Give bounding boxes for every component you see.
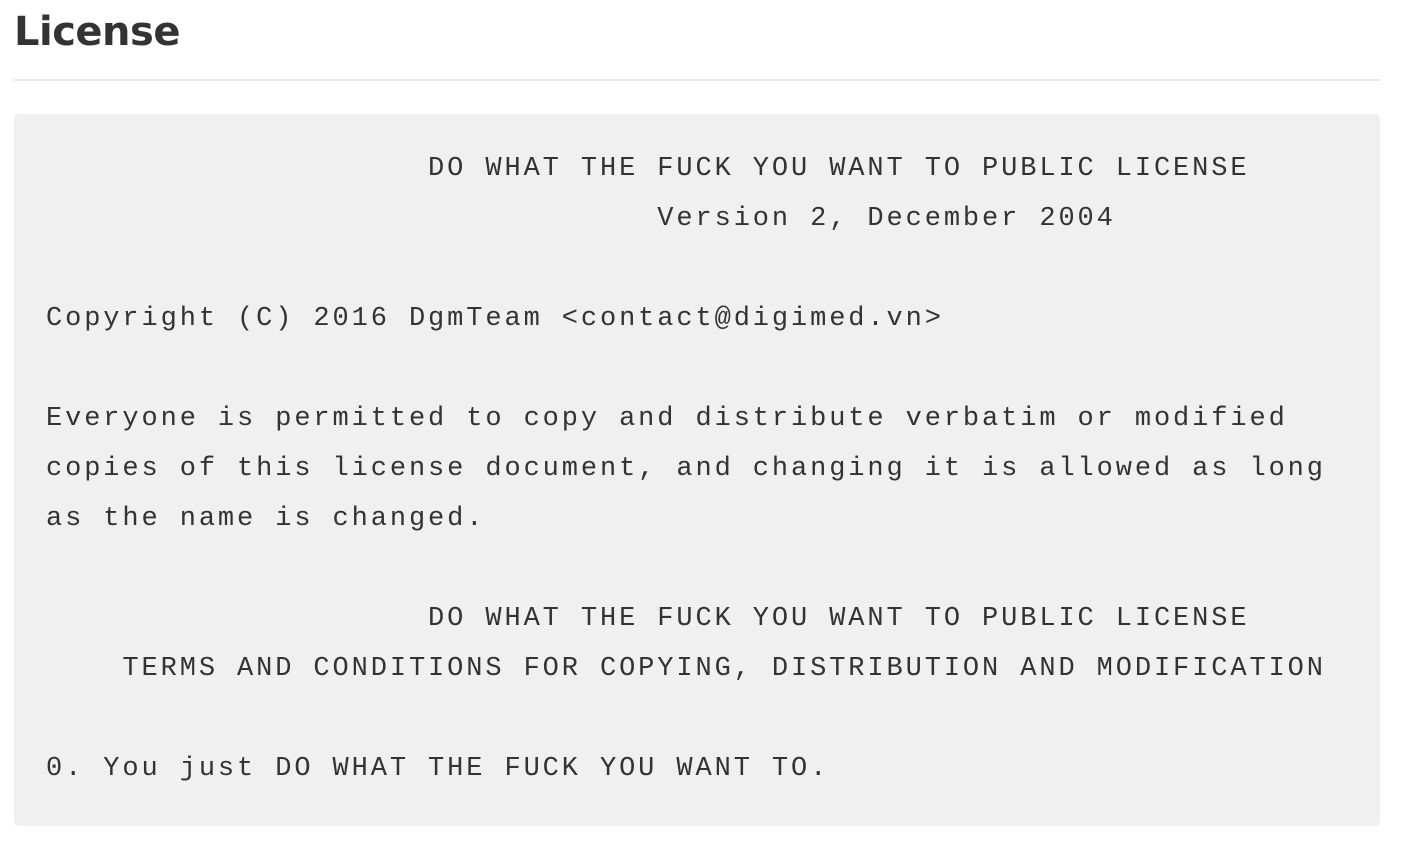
heading-divider bbox=[14, 79, 1380, 81]
license-section: License DO WHAT THE FUCK YOU WANT TO PUB… bbox=[0, 0, 1424, 864]
license-code-block: DO WHAT THE FUCK YOU WANT TO PUBLIC LICE… bbox=[14, 114, 1380, 826]
license-text[interactable]: DO WHAT THE FUCK YOU WANT TO PUBLIC LICE… bbox=[46, 144, 1380, 794]
section-title: License bbox=[14, 9, 180, 55]
